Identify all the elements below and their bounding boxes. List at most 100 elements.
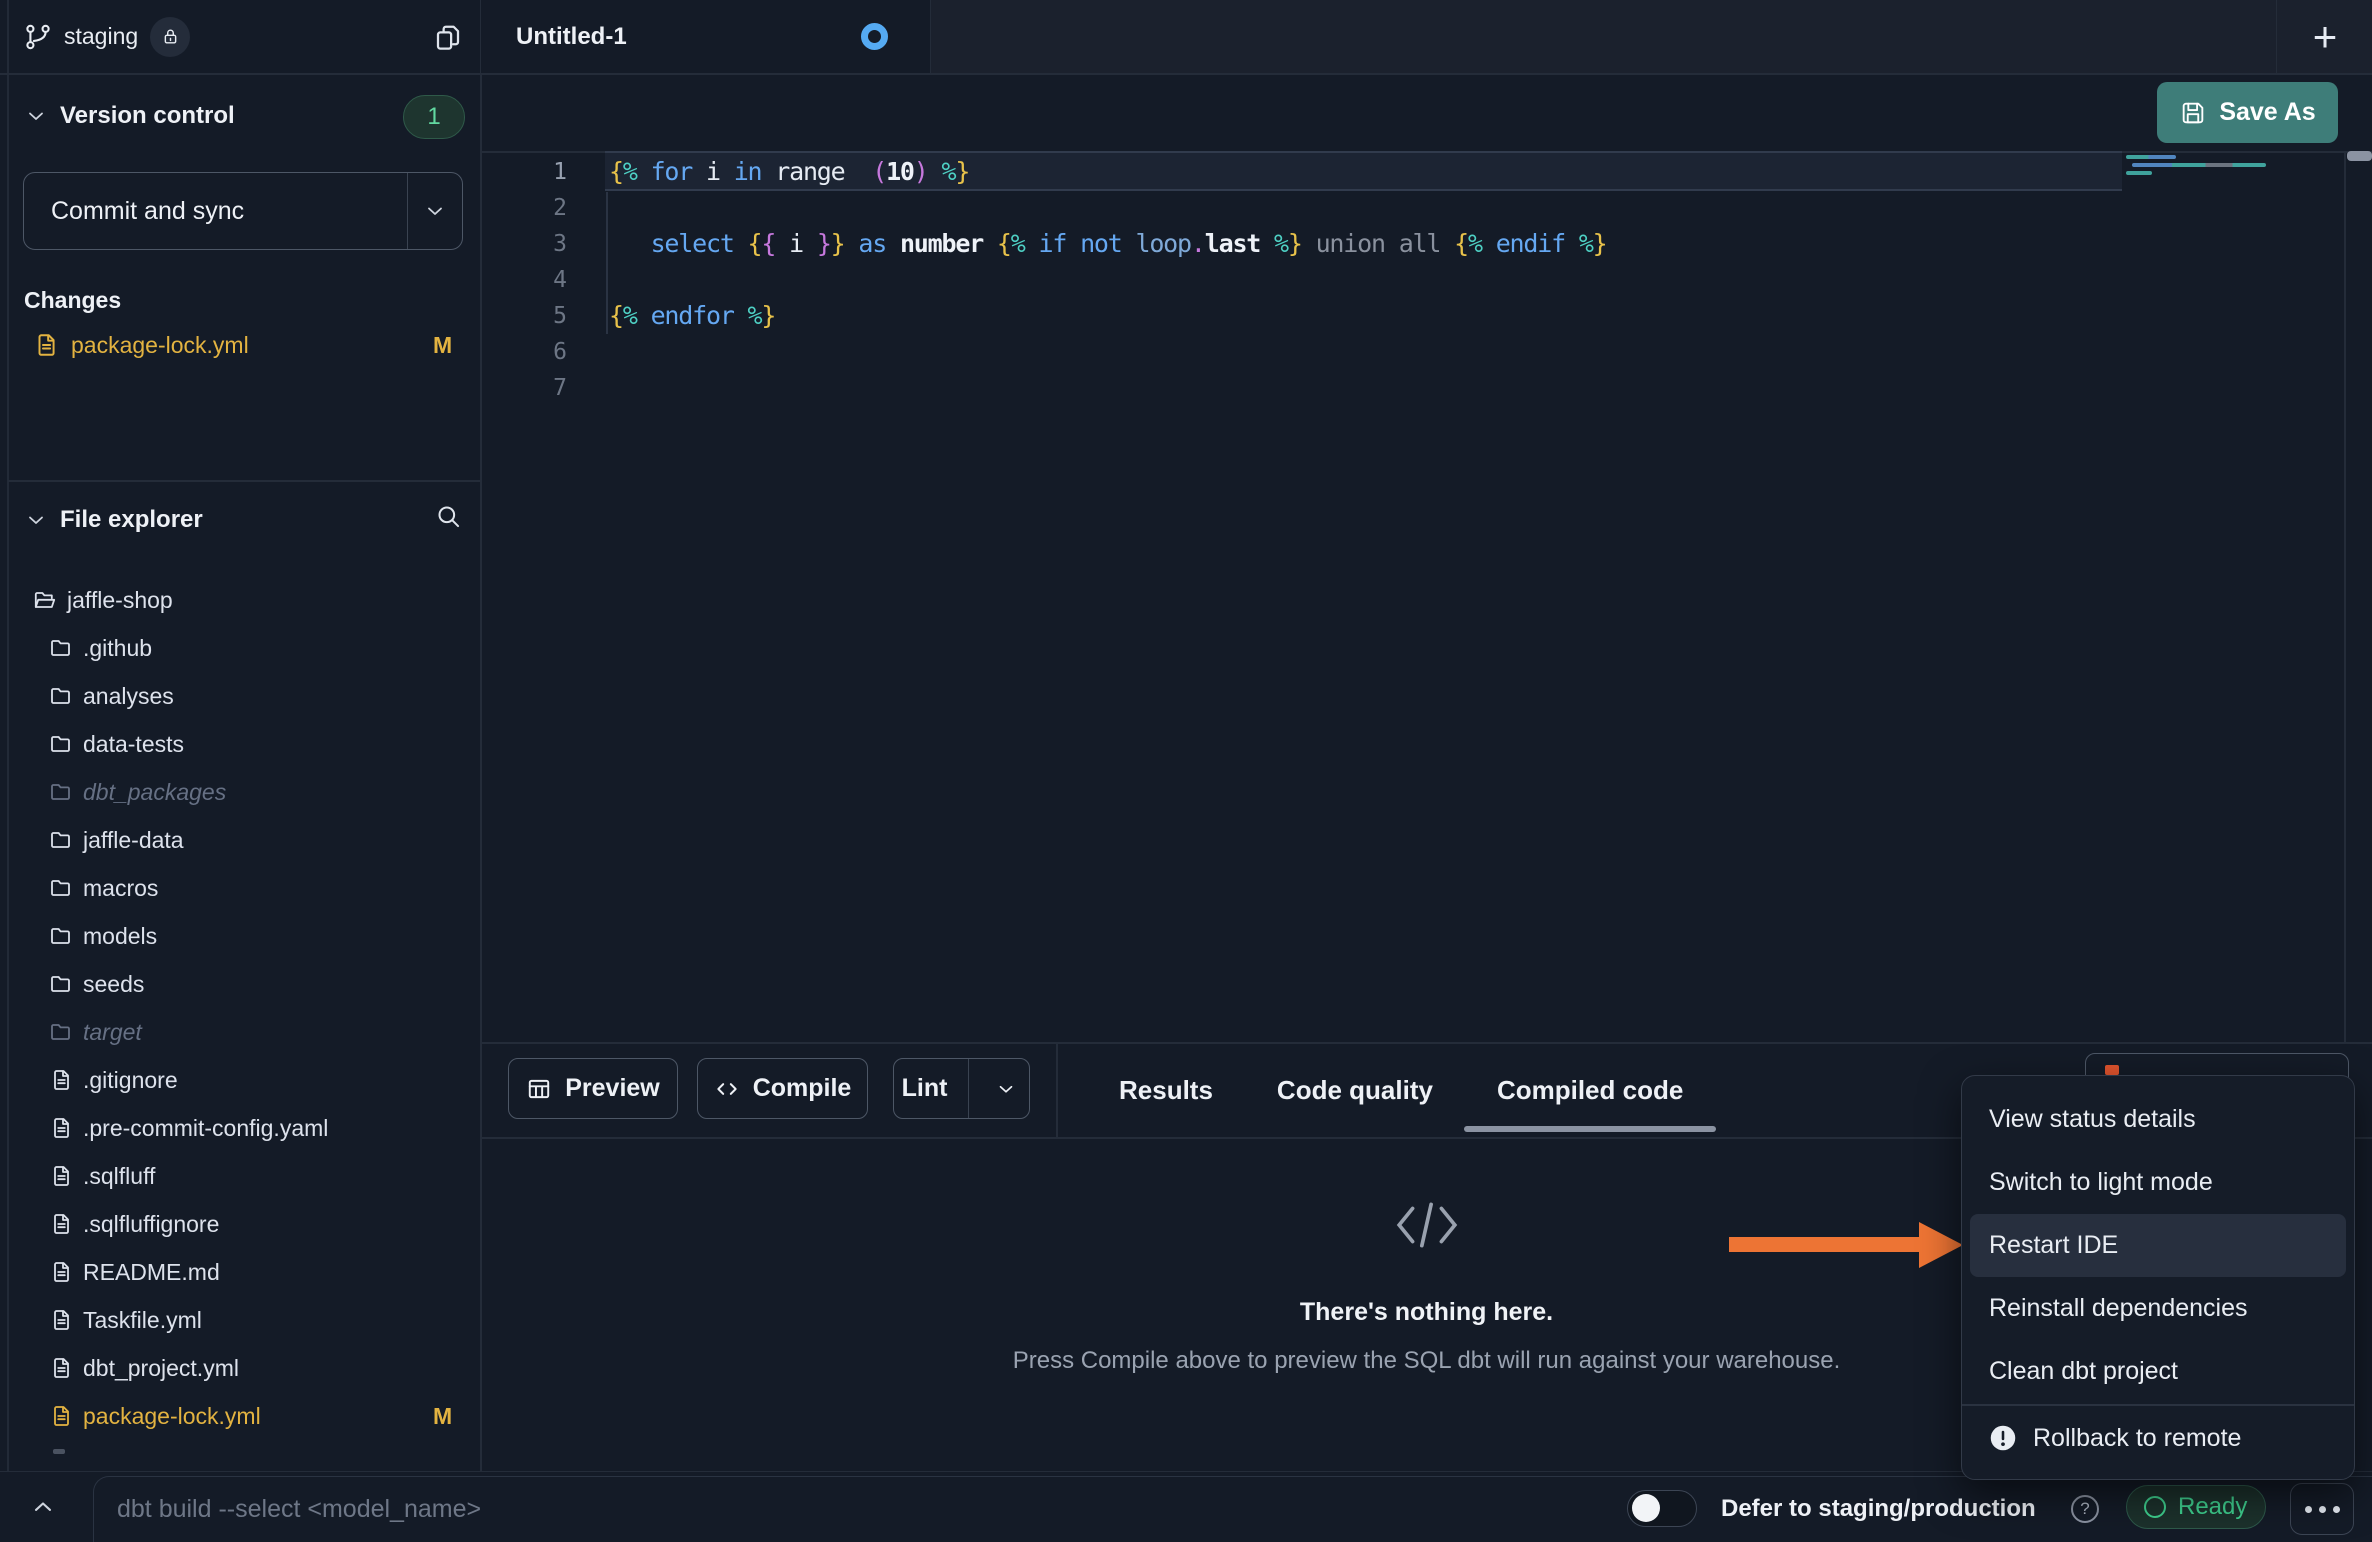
file-explorer-divider	[8, 480, 481, 482]
command-placeholder: dbt build --select <model_name>	[117, 1495, 481, 1524]
tree-item-seeds[interactable]: seeds	[8, 960, 481, 1008]
chevron-down-icon	[423, 199, 447, 223]
panel-tab-code-quality[interactable]: Code quality	[1277, 1043, 1433, 1137]
toggle-knob	[1632, 1494, 1660, 1522]
compile-button[interactable]: Compile	[697, 1058, 868, 1119]
ide-status-badge[interactable]: Ready	[2126, 1485, 2266, 1529]
line-number: 4	[481, 262, 567, 298]
menu-item-clean-dbt-project[interactable]: Clean dbt project	[1970, 1340, 2346, 1403]
menu-item-rollback-to-remote[interactable]: Rollback to remote	[1970, 1407, 2346, 1470]
tree-item-label: jaffle-data	[83, 827, 184, 854]
menu-item-switch-to-light-mode[interactable]: Switch to light mode	[1970, 1151, 2346, 1214]
changed-file-row[interactable]: package-lock.yml M	[8, 324, 473, 366]
line-number: 5	[481, 298, 567, 334]
ide-status-label: Ready	[2178, 1493, 2247, 1521]
file-tree: jaffle-shop .github analyses data-tests dbt_…	[8, 576, 481, 1440]
panel-tab-results[interactable]: Results	[1119, 1043, 1213, 1137]
compile-label: Compile	[753, 1074, 852, 1103]
button-divider	[968, 1059, 969, 1118]
tree-item-label: package-lock.yml	[83, 1403, 261, 1430]
tree-item-.sqlfluff[interactable]: .sqlfluff	[8, 1152, 481, 1200]
tree-item-label: jaffle-shop	[67, 587, 173, 614]
code-line-6	[609, 334, 1607, 370]
panel-tab-compiled-code[interactable]: Compiled code	[1497, 1043, 1683, 1137]
save-icon	[2179, 99, 2207, 127]
changes-label: Changes	[24, 287, 121, 314]
code-editor[interactable]: {% for i in range (10) %} select {{ i }}…	[609, 154, 1607, 406]
scrollbar-track	[2344, 151, 2346, 1042]
tree-item-.github[interactable]: .github	[8, 624, 481, 672]
file-icon	[49, 1068, 73, 1092]
lint-options-button[interactable]	[982, 1059, 1029, 1118]
tree-item-label: dbt_packages	[83, 779, 226, 806]
tree-item-Taskfile.yml[interactable]: Taskfile.yml	[8, 1296, 481, 1344]
save-as-label: Save As	[2219, 98, 2315, 127]
tree-item-label: .sqlfluff	[83, 1163, 155, 1190]
file-icon	[49, 1404, 73, 1428]
file-icon	[49, 1212, 73, 1236]
tree-item-macros[interactable]: macros	[8, 864, 481, 912]
commit-and-sync-button[interactable]: Commit and sync	[23, 172, 463, 250]
commit-options-button[interactable]	[408, 199, 462, 223]
line-number: 3	[481, 226, 567, 262]
tree-item-jaffle-data[interactable]: jaffle-data	[8, 816, 481, 864]
tree-item-README.md[interactable]: README.md	[8, 1248, 481, 1296]
branch-lock-badge	[150, 17, 190, 57]
help-icon[interactable]: ?	[2071, 1495, 2099, 1523]
file-explorer-header[interactable]: File explorer	[24, 506, 203, 534]
file-icon	[49, 1260, 73, 1284]
tree-item-label: dbt_project.yml	[83, 1355, 239, 1382]
tab-untitled-1[interactable]: Untitled-1	[481, 0, 931, 73]
scrollbar-thumb[interactable]	[2347, 151, 2372, 161]
commit-button-label: Commit and sync	[24, 197, 407, 226]
chevron-up-icon	[29, 1493, 57, 1521]
tree-item-target[interactable]: target	[8, 1008, 481, 1056]
arrow-tail	[1729, 1237, 1921, 1252]
expand-command-bar-button[interactable]	[26, 1491, 60, 1523]
save-as-button[interactable]: Save As	[2157, 82, 2338, 143]
line-number: 2	[481, 190, 567, 226]
menu-item-view-status-details[interactable]: View status details	[1970, 1088, 2346, 1151]
tree-item-models[interactable]: models	[8, 912, 481, 960]
menu-item-restart-ide[interactable]: Restart IDE	[1970, 1214, 2346, 1277]
folder-icon	[49, 1020, 73, 1044]
tree-item-label: target	[83, 1019, 142, 1046]
tree-item-analyses[interactable]: analyses	[8, 672, 481, 720]
tree-item-label: macros	[83, 875, 158, 902]
version-control-header[interactable]: Version control	[24, 102, 235, 130]
preview-button[interactable]: Preview	[508, 1058, 678, 1119]
tree-item-label: data-tests	[83, 731, 184, 758]
defer-label: Defer to staging/production	[1721, 1495, 2036, 1523]
unsaved-indicator-icon	[861, 23, 888, 50]
defer-toggle[interactable]	[1627, 1490, 1697, 1527]
tree-item-.gitignore[interactable]: .gitignore	[8, 1056, 481, 1104]
panel-tab-list: Results Code quality Compiled code	[1119, 1043, 1683, 1137]
tree-item-data-tests[interactable]: data-tests	[8, 720, 481, 768]
minimap	[2126, 155, 2176, 159]
ide-options-button[interactable]	[2290, 1483, 2354, 1535]
lock-icon	[161, 27, 180, 46]
branch-header: staging	[8, 0, 481, 73]
tree-item-label: README.md	[83, 1259, 220, 1286]
dbt-cloud-ide: staging Version control 1 Commit and syn…	[0, 0, 2372, 1542]
copy-icon[interactable]	[433, 22, 463, 54]
code-icon	[714, 1076, 740, 1102]
menu-item-reinstall-dependencies[interactable]: Reinstall dependencies	[1970, 1277, 2346, 1340]
ide-options-menu: View status detailsSwitch to light modeR…	[1961, 1075, 2355, 1480]
lint-button[interactable]: Lint	[893, 1058, 1030, 1119]
search-icon[interactable]	[435, 503, 462, 530]
tree-item-label: Taskfile.yml	[83, 1307, 202, 1334]
line-number: 6	[481, 334, 567, 370]
tree-item-jaffle-shop[interactable]: jaffle-shop	[8, 576, 481, 624]
tree-item-label: .github	[83, 635, 152, 662]
branch-name: staging	[64, 23, 138, 50]
tree-item-package-lock.yml[interactable]: package-lock.ymlM	[8, 1392, 481, 1440]
tree-item-label: seeds	[83, 971, 144, 998]
branch-selector[interactable]: staging	[24, 17, 190, 57]
tree-item-.pre-commit-config.yaml[interactable]: .pre-commit-config.yaml	[8, 1104, 481, 1152]
tree-item-dbt_packages[interactable]: dbt_packages	[8, 768, 481, 816]
tree-item-.sqlfluffignore[interactable]: .sqlfluffignore	[8, 1200, 481, 1248]
new-tab-button[interactable]: +	[2276, 0, 2372, 73]
tree-item-dbt_project.yml[interactable]: dbt_project.yml	[8, 1344, 481, 1392]
arrow-head	[1919, 1222, 1963, 1268]
